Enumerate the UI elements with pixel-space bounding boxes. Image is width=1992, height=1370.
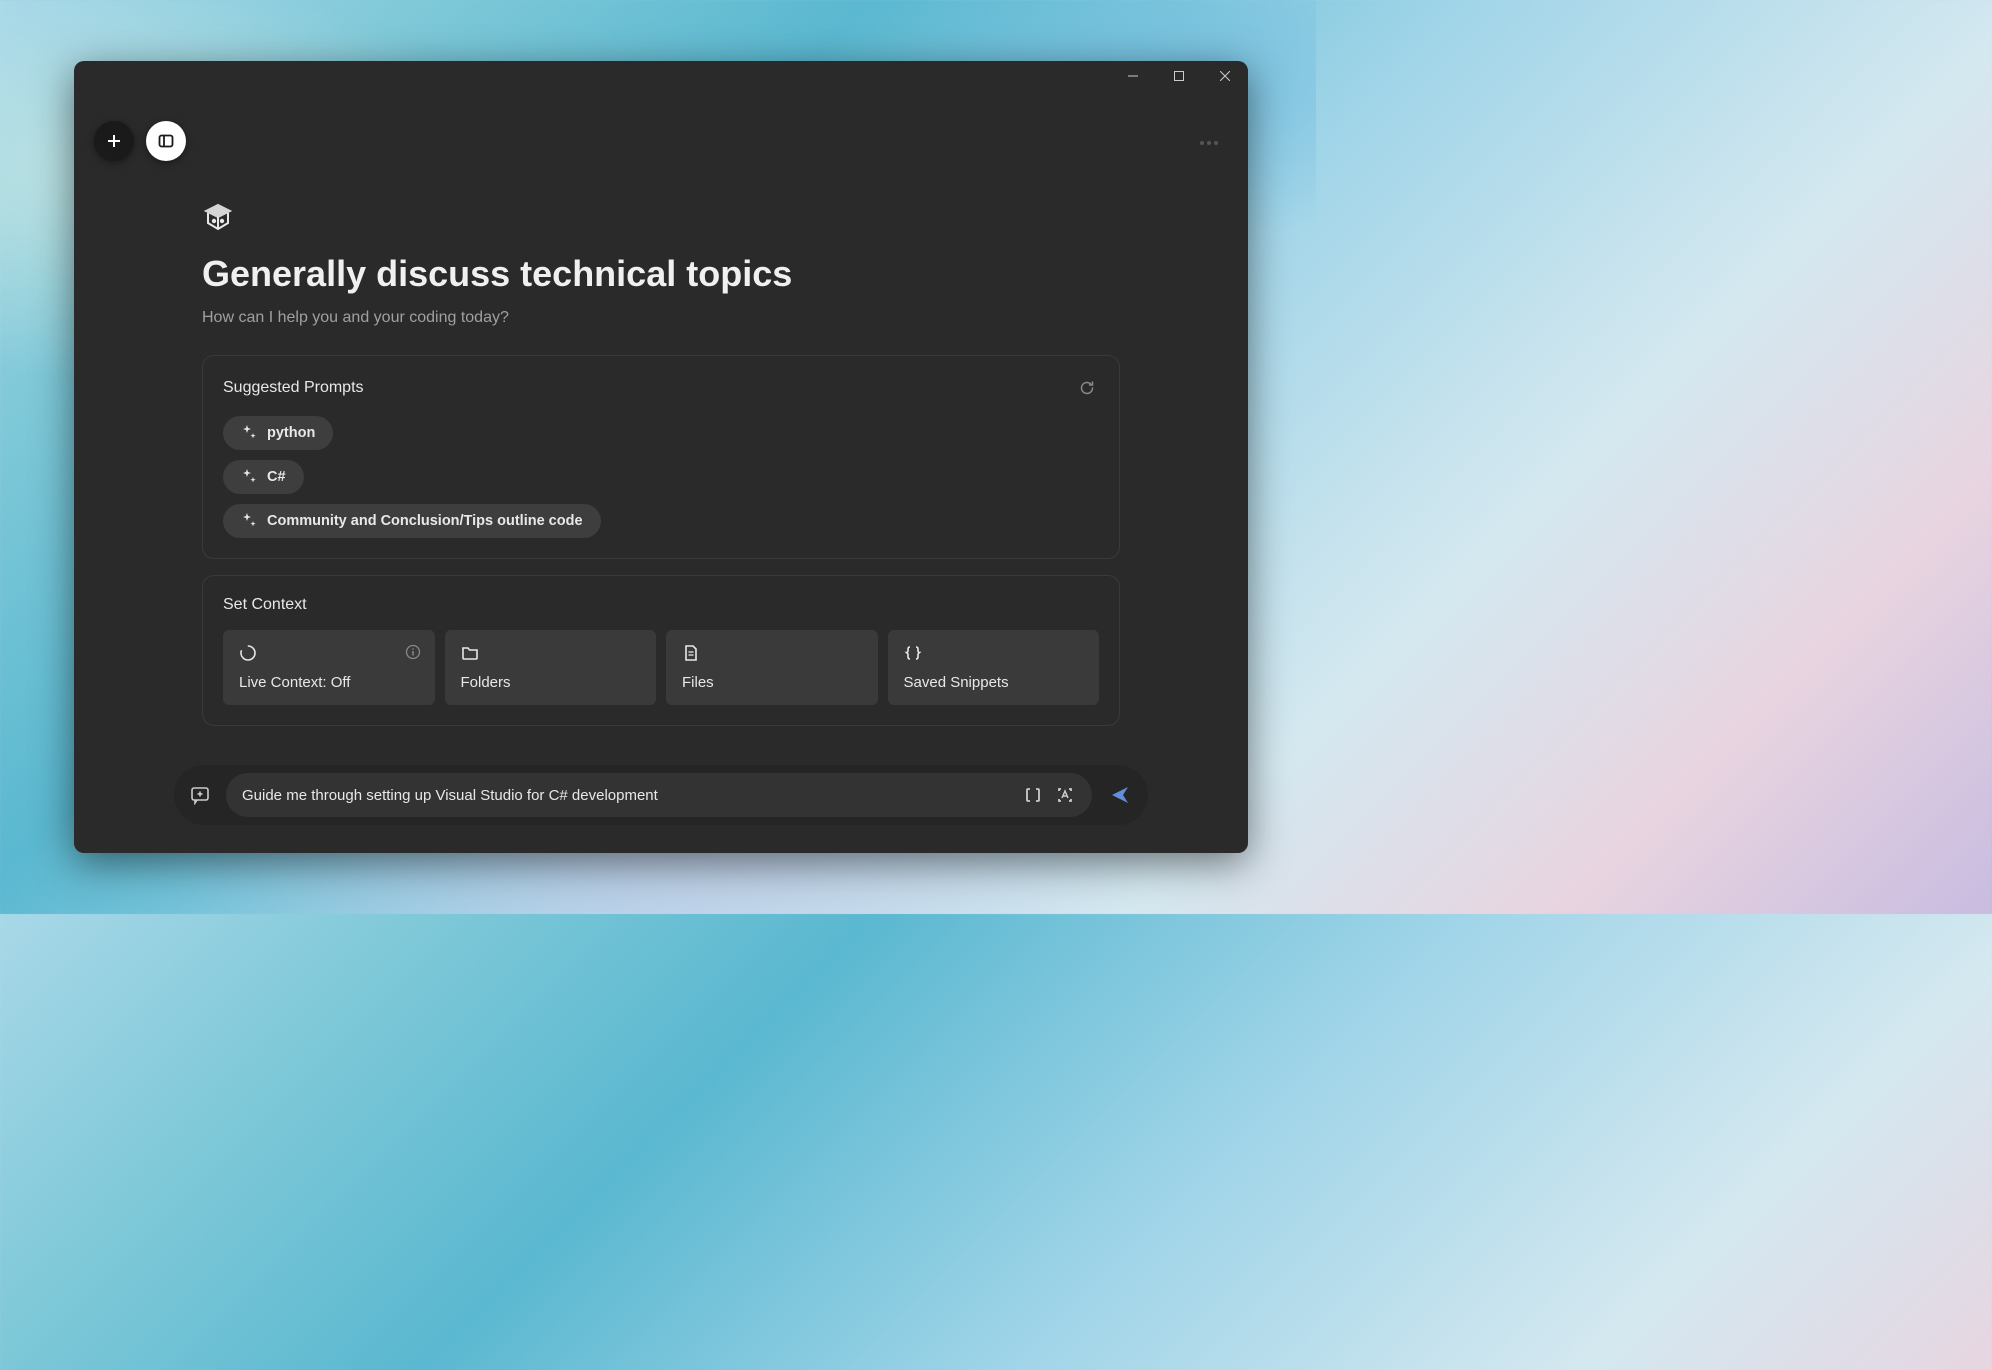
input-wrapper (226, 773, 1092, 817)
context-card-folders[interactable]: Folders (445, 630, 657, 705)
context-card-snippets[interactable]: Saved Snippets (888, 630, 1100, 705)
close-button[interactable] (1202, 61, 1248, 91)
prompt-chip-label: python (267, 425, 315, 441)
app-window: Generally discuss technical topics How c… (74, 61, 1248, 853)
send-button[interactable] (1106, 781, 1134, 809)
refresh-circle-icon (239, 644, 257, 662)
set-context-title: Set Context (223, 596, 307, 614)
scan-text-icon (1056, 786, 1074, 804)
prompt-chip[interactable]: Community and Conclusion/Tips outline co… (223, 504, 601, 538)
folder-icon (461, 644, 479, 662)
main-content: Generally discuss technical topics How c… (74, 91, 1248, 765)
maximize-button[interactable] (1156, 61, 1202, 91)
context-card-label: Saved Snippets (904, 674, 1084, 691)
sparkle-icon (241, 425, 257, 441)
refresh-icon (1079, 380, 1095, 396)
context-grid: Live Context: Off Folders Files (223, 630, 1099, 705)
page-title: Generally discuss technical topics (202, 253, 1120, 295)
sparkle-icon (241, 513, 257, 529)
file-icon (682, 644, 700, 662)
prompt-chip[interactable]: python (223, 416, 333, 450)
chat-mode-button[interactable] (188, 783, 212, 807)
context-card-label: Live Context: Off (239, 674, 419, 691)
context-card-label: Files (682, 674, 862, 691)
set-context-section: Set Context Live Context: Off (202, 575, 1120, 726)
panel-icon (158, 133, 174, 149)
info-icon (405, 644, 421, 660)
prompt-chip-label: C# (267, 469, 286, 485)
minimize-button[interactable] (1110, 61, 1156, 91)
send-icon (1109, 784, 1131, 806)
titlebar (74, 61, 1248, 91)
plus-icon (106, 133, 122, 149)
context-card-files[interactable]: Files (666, 630, 878, 705)
prompt-chips-list: python C# Community and Conclusion/Tips … (223, 416, 1099, 538)
ocr-button[interactable] (1054, 784, 1076, 806)
overflow-menu[interactable] (1200, 141, 1218, 145)
page-subtitle: How can I help you and your coding today… (202, 309, 1120, 327)
context-card-live[interactable]: Live Context: Off (223, 630, 435, 705)
prompt-chip-label: Community and Conclusion/Tips outline co… (267, 513, 583, 529)
sidebar-toggle-button[interactable] (146, 121, 186, 161)
code-block-button[interactable] (1022, 784, 1044, 806)
chat-add-icon (190, 785, 210, 805)
brackets-icon (1024, 786, 1042, 804)
top-controls (94, 121, 186, 161)
app-logo-icon (202, 201, 234, 233)
prompt-chip[interactable]: C# (223, 460, 304, 494)
message-input[interactable] (242, 787, 1012, 804)
new-chat-button[interactable] (94, 121, 134, 161)
sparkle-icon (241, 469, 257, 485)
refresh-prompts-button[interactable] (1075, 376, 1099, 400)
input-bar (174, 765, 1148, 825)
suggested-prompts-section: Suggested Prompts python C# (202, 355, 1120, 559)
suggested-prompts-title: Suggested Prompts (223, 379, 364, 397)
context-card-label: Folders (461, 674, 641, 691)
braces-icon (904, 644, 922, 662)
